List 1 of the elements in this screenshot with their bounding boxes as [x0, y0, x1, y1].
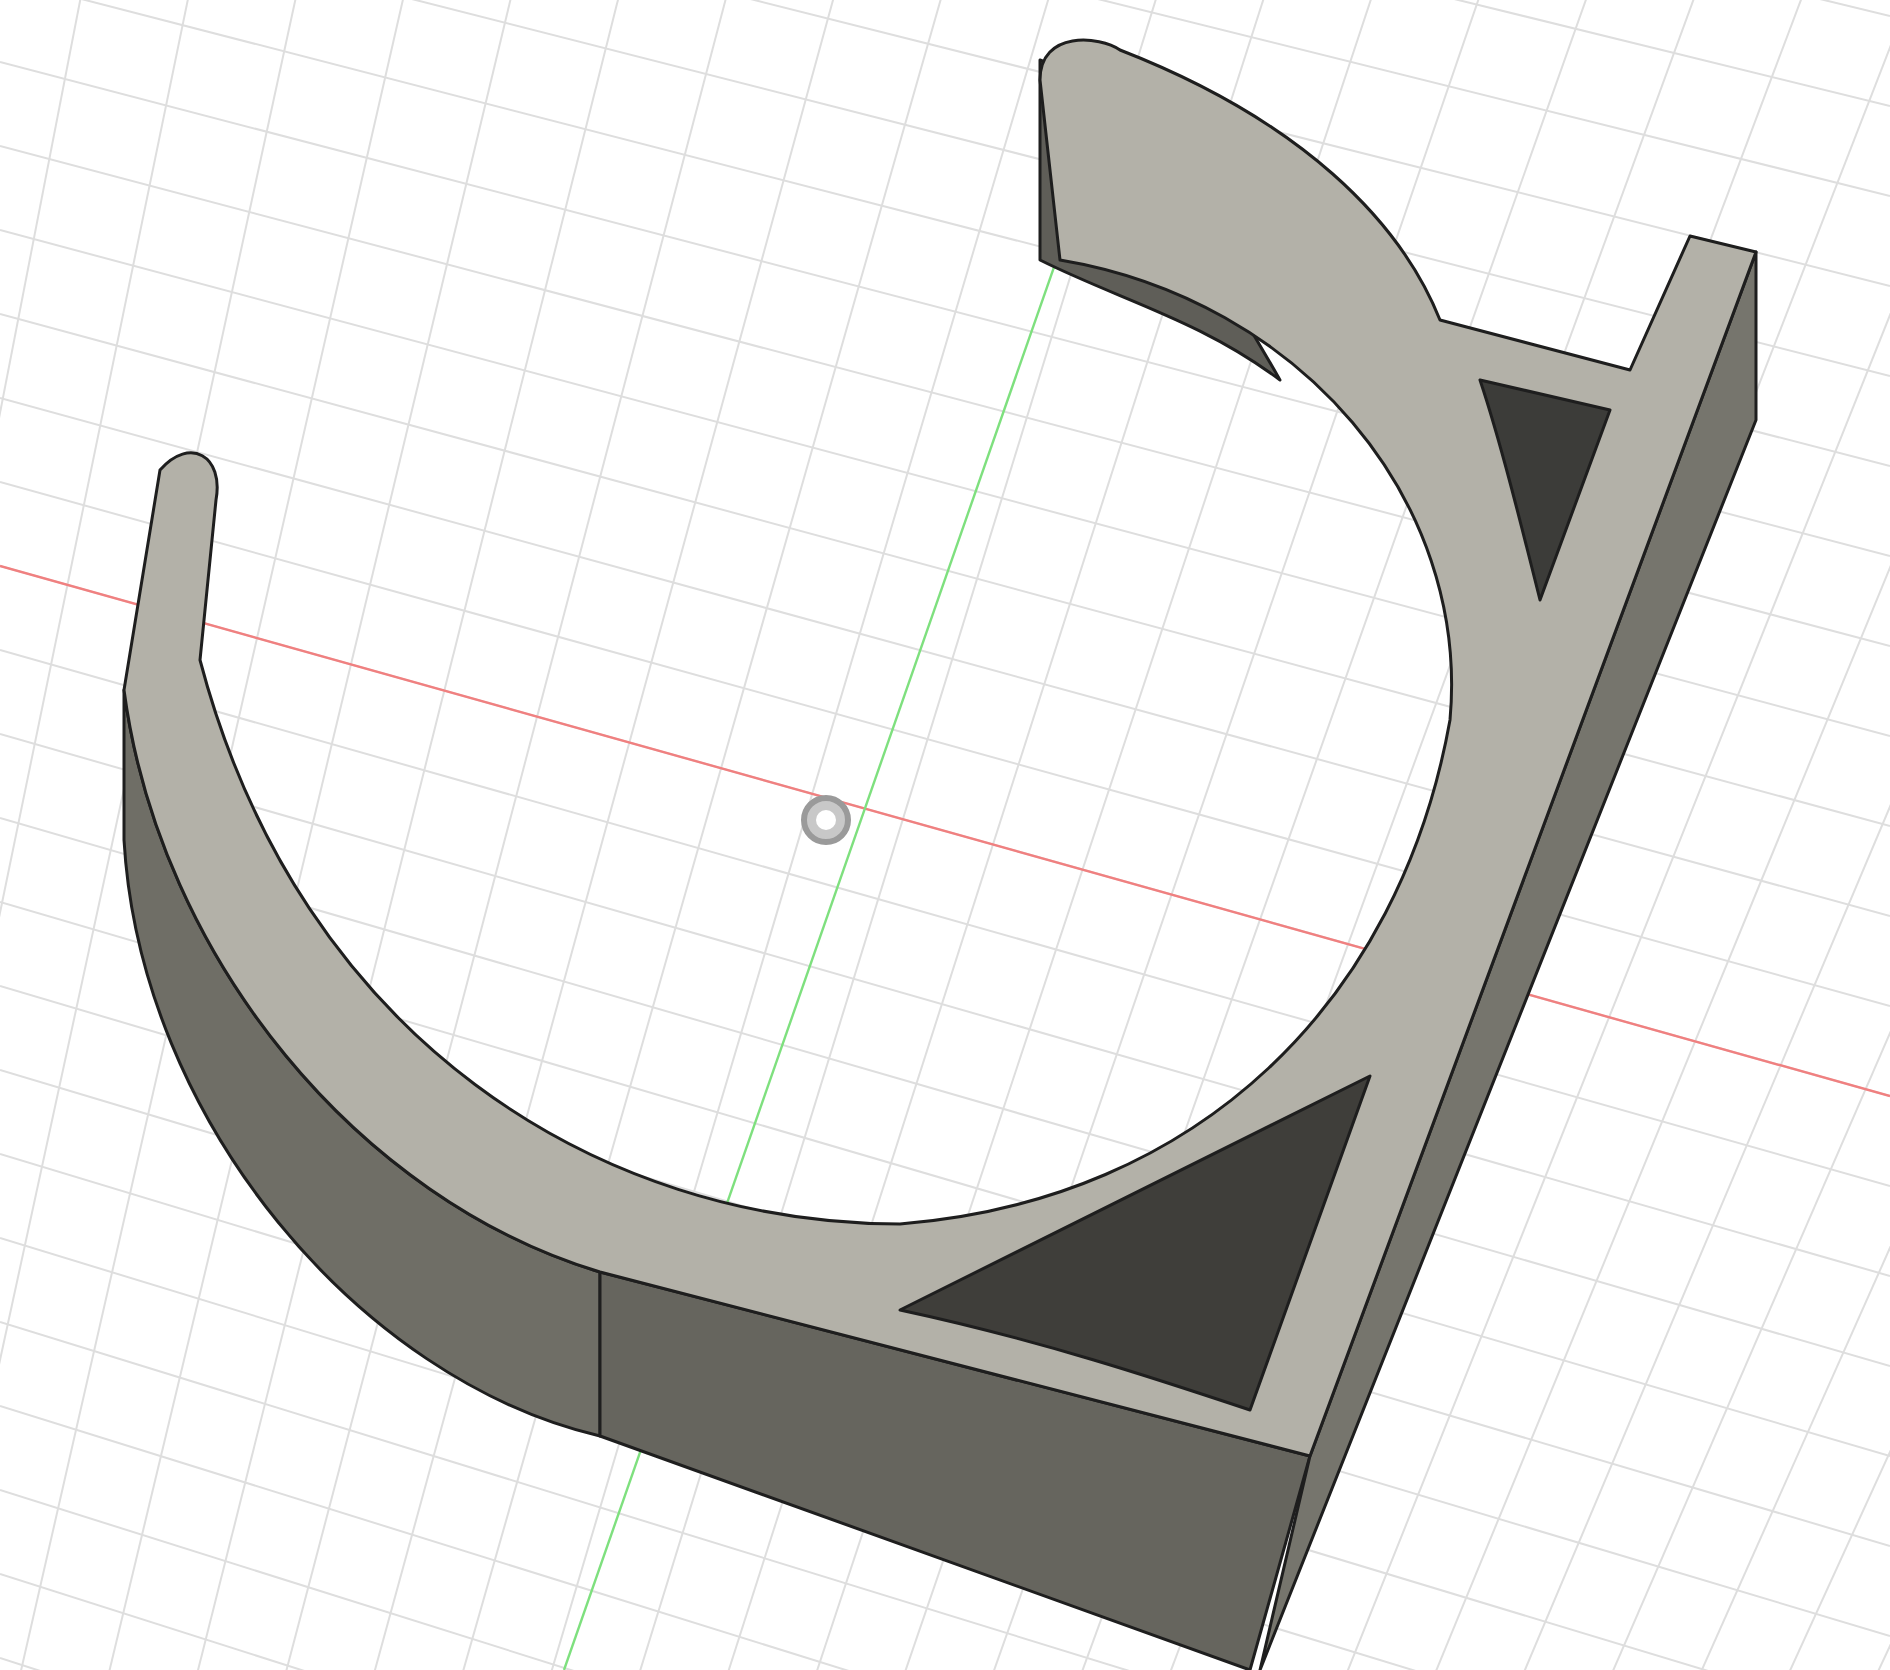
origin-marker [801, 795, 851, 845]
